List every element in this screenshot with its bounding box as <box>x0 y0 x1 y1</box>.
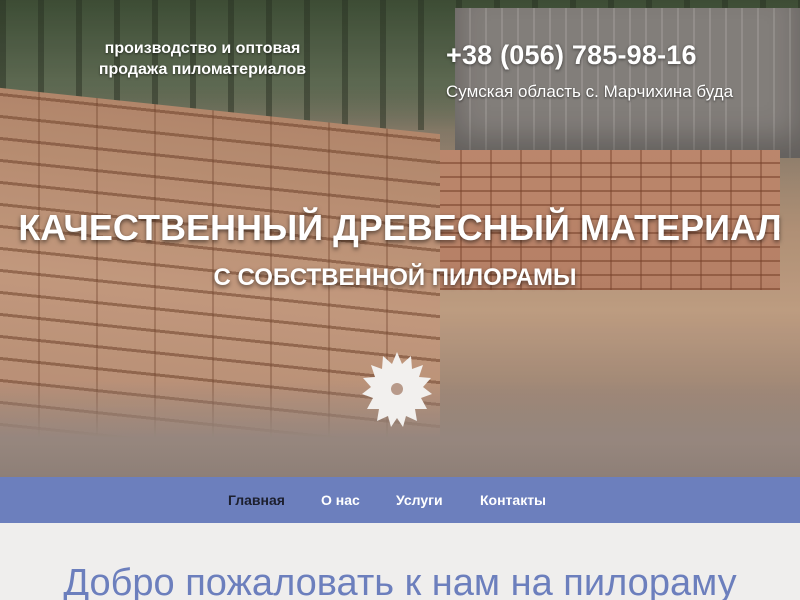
hero-banner: производство и оптовая продажа пиломатер… <box>0 0 800 477</box>
nav-item-contacts[interactable]: Контакты <box>480 492 546 508</box>
address: Сумская область с. Марчихина буда <box>446 82 734 101</box>
hero-headline: КАЧЕСТВЕННЫЙ ДРЕВЕСНЫЙ МАТЕРИАЛ <box>18 207 782 248</box>
hero-subheadline: С СОБСТВЕННОЙ ПИЛОРАМЫ <box>213 264 577 291</box>
nav-item-services[interactable]: Услуги <box>396 492 443 508</box>
phone-number[interactable]: +38 (056) 785-98-16 <box>446 40 697 71</box>
welcome-heading: Добро пожаловать к нам на пилораму <box>63 562 737 600</box>
nav-item-about[interactable]: О нас <box>321 492 360 508</box>
company-tagline: производство и оптовая продажа пиломатер… <box>80 38 325 80</box>
saw-blade-icon <box>362 352 432 427</box>
main-navigation: Главная О нас Услуги Контакты <box>0 477 800 523</box>
tagline-line-2: продажа пиломатериалов <box>98 61 307 78</box>
tagline-line-1: производство и оптовая <box>104 40 301 57</box>
nav-item-home[interactable]: Главная <box>228 492 285 508</box>
